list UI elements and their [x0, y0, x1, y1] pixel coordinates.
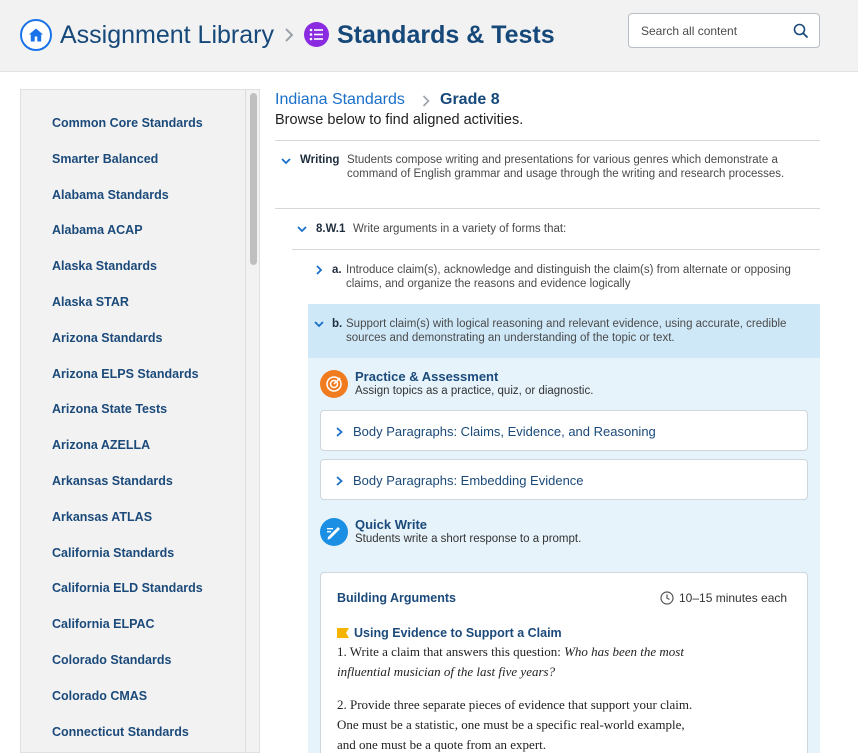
chevron-right-icon: [285, 28, 294, 42]
sidebar-item[interactable]: Alabama ACAP: [52, 223, 143, 237]
chevron-right-icon: [336, 476, 343, 486]
topic-card-label: Body Paragraphs: Claims, Evidence, and R…: [353, 424, 656, 439]
chevron-right-icon[interactable]: [313, 264, 325, 276]
app-header: Assignment Library Standards & Tests: [0, 0, 858, 72]
assignment-library-link[interactable]: Assignment Library: [60, 19, 274, 51]
topic-card-label: Body Paragraphs: Embedding Evidence: [353, 473, 584, 488]
list-icon: [304, 22, 329, 47]
page-subtitle: Browse below to find aligned activities.: [275, 112, 524, 128]
writing-description: Students compose writing and presentatio…: [347, 154, 785, 180]
sidebar-item[interactable]: Colorado Standards: [52, 653, 171, 667]
target-icon: [320, 370, 348, 398]
quick-write-description: Students write a short response to a pro…: [355, 533, 582, 545]
substandard-a-description: Introduce claim(s), acknowledge and dist…: [346, 264, 791, 290]
chevron-down-icon[interactable]: [313, 318, 325, 330]
substandard-b-description: Support claim(s) with logical reasoning …: [346, 318, 787, 344]
pencil-paper-icon: [320, 518, 348, 546]
standard-code: 8.W.1: [316, 222, 345, 236]
page-title: Standards & Tests: [337, 21, 555, 49]
letter-b: b.: [332, 318, 343, 330]
sidebar-item[interactable]: Alabama Standards: [52, 188, 169, 202]
substandard-b-row[interactable]: b. Support claim(s) with logical reasoni…: [308, 304, 820, 358]
topic-card[interactable]: Body Paragraphs: Embedding Evidence: [320, 459, 808, 500]
activities-panel: Practice & Assessment Assign topics as a…: [308, 358, 820, 753]
sidebar-item[interactable]: Colorado CMAS: [52, 689, 147, 703]
topic-card[interactable]: Body Paragraphs: Claims, Evidence, and R…: [320, 410, 808, 451]
sidebar-item[interactable]: Arizona ELPS Standards: [52, 367, 199, 381]
sidebar-item[interactable]: Arizona AZELLA: [52, 438, 150, 452]
flag-icon: [337, 628, 349, 638]
quick-write-card[interactable]: Building Arguments 10–15 minutes each Us…: [320, 572, 808, 753]
prompt-1-lead: 1. Write a claim that answers this quest…: [337, 644, 565, 659]
duration: 10–15 minutes each: [679, 591, 788, 605]
standard-code-label: 8.W.1: [316, 223, 346, 235]
sidebar-item[interactable]: California ELD Standards: [52, 581, 203, 595]
main-content: Indiana Standards Grade 8 Browse below t…: [275, 89, 820, 753]
quick-write-card-title: Building Arguments: [337, 591, 456, 605]
sidebar-item[interactable]: California ELPAC: [52, 617, 155, 631]
divider: [292, 249, 820, 250]
sidebar-item[interactable]: California Standards: [52, 546, 174, 560]
sidebar-item[interactable]: Arizona State Tests: [52, 402, 167, 416]
sidebar-item[interactable]: Common Core Standards: [52, 116, 203, 130]
sidebar-item[interactable]: Connecticut Standards: [52, 725, 189, 739]
sidebar-item[interactable]: Arkansas ATLAS: [52, 510, 152, 524]
house-icon: [29, 28, 43, 42]
practice-title: Practice & Assessment: [355, 369, 499, 384]
sidebar-item[interactable]: Arizona Standards: [52, 331, 162, 345]
standards-sidebar: Common Core Standards Smarter Balanced Ala…: [20, 89, 260, 753]
prompt-title: Using Evidence to Support a Claim: [354, 626, 562, 640]
divider: [275, 140, 820, 141]
search-box: [628, 13, 820, 48]
standard-description: Write arguments in a variety of forms th…: [353, 223, 567, 235]
prompt-2: 2. Provide three separate pieces of evid…: [337, 697, 693, 752]
sidebar-item[interactable]: Smarter Balanced: [52, 152, 158, 166]
prompt-1: 1. Write a claim that answers this quest…: [337, 642, 702, 682]
search-input[interactable]: [630, 15, 780, 46]
substandard-b-letter: b.: [332, 317, 342, 331]
chevron-right-icon: [422, 95, 430, 107]
search-icon[interactable]: [792, 22, 810, 40]
writing-label: Writing: [300, 154, 340, 166]
chevron-right-icon: [336, 427, 343, 437]
substandard-a-letter: a.: [332, 263, 342, 277]
sidebar-item[interactable]: Alaska Standards: [52, 259, 157, 273]
sidebar-item[interactable]: Arkansas Standards: [52, 474, 173, 488]
quick-write-title: Quick Write: [355, 517, 428, 532]
practice-description: Assign topics as a practice, quiz, or di…: [355, 385, 594, 397]
chevron-down-icon[interactable]: [280, 155, 292, 167]
letter-a: a.: [332, 264, 342, 276]
sidebar-item[interactable]: Alaska STAR: [52, 295, 129, 309]
home-icon[interactable]: [20, 19, 52, 51]
breadcrumb-grade: Grade 8: [440, 91, 500, 108]
sidebar-scrollbar[interactable]: [250, 93, 257, 265]
sidebar-divider: [245, 90, 246, 752]
divider: [275, 208, 820, 209]
breadcrumb-standards-link[interactable]: Indiana Standards: [275, 91, 405, 109]
clock-icon: [660, 591, 674, 605]
chevron-down-icon[interactable]: [296, 223, 308, 235]
